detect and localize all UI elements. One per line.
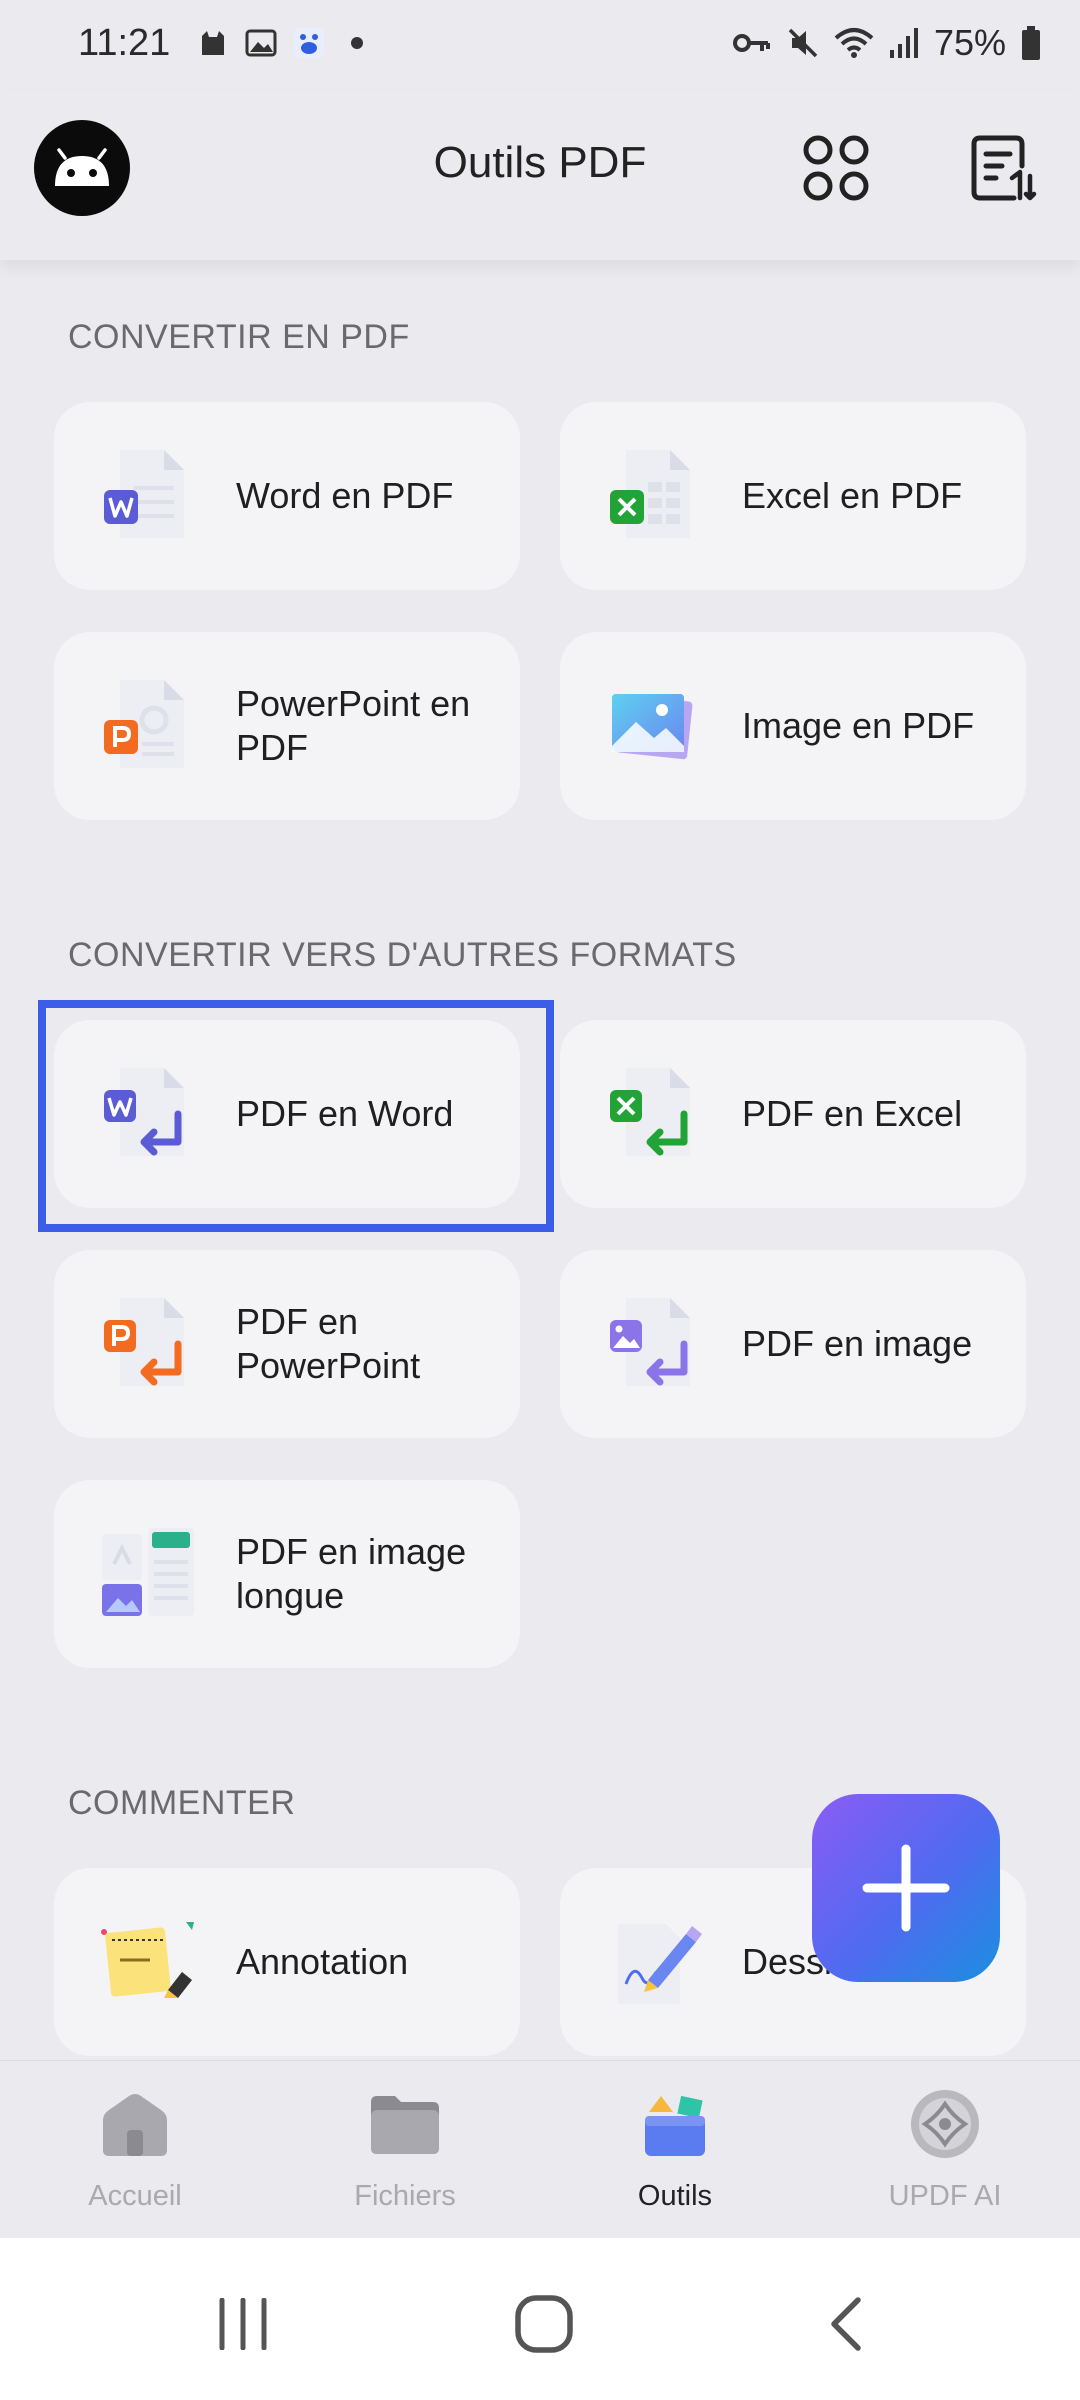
excel-doc-icon <box>604 446 704 546</box>
tool-pdf-to-long-image[interactable]: PDF en image longue <box>54 1480 520 1668</box>
tool-powerpoint-to-pdf[interactable]: PowerPoint en PDF <box>54 632 520 820</box>
sticky-note-icon <box>98 1912 198 2012</box>
battery-icon <box>1022 26 1040 60</box>
pdf-to-powerpoint-icon <box>98 1294 198 1394</box>
plus-icon <box>862 1844 950 1932</box>
notification-icons <box>196 26 374 60</box>
tool-image-to-pdf[interactable]: Image en PDF <box>560 632 1026 820</box>
nav-item-updf-ai[interactable]: UPDF AI <box>845 2086 1045 2213</box>
nav-item-home[interactable]: Accueil <box>35 2086 235 2213</box>
nav-label: Accueil <box>88 2180 182 2212</box>
section-title-convert-to-pdf: CONVERTIR EN PDF <box>68 318 410 356</box>
signal-icon <box>889 28 918 58</box>
selection-highlight <box>38 1000 554 1232</box>
tool-label: Annotation <box>236 1941 409 1982</box>
home-nav-icon[interactable] <box>514 2294 574 2354</box>
status-right: 75% <box>732 22 1042 64</box>
tool-label: PDF en PowerPoint <box>236 1301 421 1386</box>
pdf-to-image-icon <box>604 1294 704 1394</box>
tool-label: PDF en image <box>742 1323 973 1364</box>
cat-notification-icon <box>196 26 230 60</box>
add-fab-button[interactable] <box>812 1794 1000 1982</box>
ai-icon <box>907 2086 983 2162</box>
tool-word-to-pdf[interactable]: Word en PDF <box>54 402 520 590</box>
status-time: 11:21 <box>78 22 171 64</box>
more-dot-icon <box>340 26 374 60</box>
powerpoint-doc-icon <box>98 676 198 776</box>
tool-pdf-to-powerpoint[interactable]: PDF en PowerPoint <box>54 1250 520 1438</box>
nav-item-tools[interactable]: Outils <box>575 2086 775 2213</box>
home-icon <box>97 2086 173 2162</box>
section-title-comment: COMMENTER <box>68 1784 296 1822</box>
pen-drawing-icon <box>604 1912 704 2012</box>
grid-icon <box>803 135 869 201</box>
battery-percent: 75% <box>933 22 1006 63</box>
tool-label: PDF en image longue <box>236 1531 467 1616</box>
back-icon[interactable] <box>826 2296 866 2352</box>
document-list-icon <box>971 135 1037 201</box>
tool-label: Image en PDF <box>742 705 975 746</box>
vpn-key-icon <box>732 34 770 52</box>
page-title: Outils PDF <box>433 138 647 187</box>
tool-pdf-to-image[interactable]: PDF en image <box>560 1250 1026 1438</box>
tool-label: Excel en PDF <box>742 475 963 516</box>
wifi-icon <box>834 28 874 58</box>
gallery-notification-icon <box>244 26 278 60</box>
long-image-icon <box>98 1524 198 1624</box>
nav-label: Outils <box>637 2180 713 2212</box>
baidu-notification-icon <box>292 26 326 60</box>
tool-label: PDF en Excel <box>742 1093 963 1134</box>
tool-annotation[interactable]: Annotation <box>54 1868 520 2056</box>
apps-grid-button[interactable] <box>800 132 872 204</box>
nav-label: UPDF AI <box>888 2180 1002 2212</box>
word-doc-icon <box>98 446 198 546</box>
image-stack-icon <box>604 676 704 776</box>
status-bar: 11:21 75% <box>0 0 1080 90</box>
tool-label: PowerPoint en PDF <box>236 683 471 768</box>
tool-pdf-to-excel[interactable]: PDF en Excel <box>560 1020 1026 1208</box>
folder-icon <box>367 2086 443 2162</box>
section-title-convert-other-formats: CONVERTIR VERS D'AUTRES FORMATS <box>68 936 737 974</box>
mute-icon <box>788 28 818 58</box>
tools-icon <box>637 2086 713 2162</box>
system-navigation-bar <box>0 2238 1080 2400</box>
tool-excel-to-pdf[interactable]: Excel en PDF <box>560 402 1026 590</box>
nav-item-files[interactable]: Fichiers <box>305 2086 505 2213</box>
tool-label: Word en PDF <box>236 475 454 516</box>
recent-apps-icon[interactable] <box>216 2298 270 2350</box>
nav-label: Fichiers <box>354 2180 456 2212</box>
app-bar: Outils PDF <box>0 90 1080 260</box>
batch-history-button[interactable] <box>966 132 1038 204</box>
pdf-to-excel-icon <box>604 1064 704 1164</box>
